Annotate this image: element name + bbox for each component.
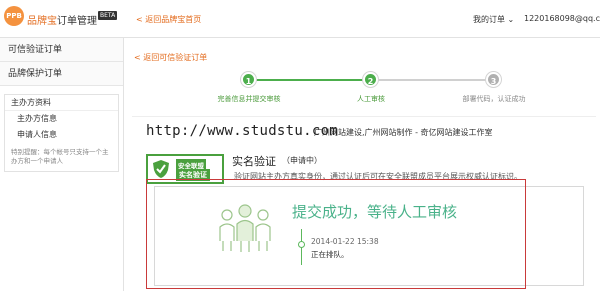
user-account-menu[interactable]: 1220168098@qq.com⌄: [524, 14, 600, 23]
step-2-label: 人工审核: [357, 95, 385, 103]
step-1-circle: 1: [241, 72, 256, 87]
sidebar-item-organizer-info[interactable]: 主办方信息: [5, 111, 118, 127]
step-1-label: 完善信息并提交审核: [217, 95, 281, 103]
step-3-circle: 3: [486, 72, 501, 87]
step-3-label: 部署代码，认证成功: [462, 95, 526, 103]
verification-content: http://www.studstu.com 广州网站建设,广州网站制作 - 奇…: [132, 116, 596, 291]
my-orders-menu[interactable]: 我的订单 ⌄: [473, 14, 514, 25]
back-to-verify-orders-link[interactable]: < 返回可信验证订单: [134, 52, 207, 63]
main-panel: < 返回可信验证订单 1 2 3 完善信息并提交审核 人工审核 部署代码，认证成…: [124, 38, 600, 291]
site-description: 广州网站建设,广州网站制作 - 奇亿网站建设工作室: [314, 128, 493, 137]
step-connector-done: [255, 79, 373, 81]
progress-steps: 1 2 3 完善信息并提交审核 人工审核 部署代码，认证成功: [124, 70, 600, 110]
special-note: 特别提醒：每个帐号只支持一个主办方和一个申请人: [11, 148, 109, 165]
sidebar-item-verify-orders[interactable]: 可信验证订单: [0, 38, 123, 62]
top-header: PPB 品牌宝订单管理 BETA < 返回品牌宝首页 我的订单 ⌄ 122016…: [0, 0, 600, 38]
verify-status: （申请中）: [282, 156, 322, 165]
sidebar: 可信验证订单 品牌保护订单 主办方资料 主办方信息 申请人信息 特别提醒：每个帐…: [0, 38, 124, 291]
brand-name: 品牌宝: [27, 16, 57, 27]
shield-check-icon: [153, 160, 169, 178]
step-connector-pending: [373, 79, 493, 81]
organizer-section-title: 主办方资料: [5, 95, 118, 111]
beta-badge: BETA: [98, 11, 118, 20]
verify-title: 实名验证: [232, 155, 276, 168]
highlight-annotation-box: [146, 179, 526, 289]
back-to-home-link[interactable]: < 返回品牌宝首页: [136, 14, 201, 25]
sidebar-item-brand-protection-orders[interactable]: 品牌保护订单: [0, 62, 123, 86]
organizer-section: 主办方资料 主办方信息 申请人信息 特别提醒：每个帐号只支持一个主办方和一个申请…: [4, 94, 119, 172]
sidebar-item-applicant-info[interactable]: 申请人信息: [5, 127, 118, 143]
brand-logo[interactable]: PPB: [4, 6, 24, 26]
step-2-circle: 2: [363, 72, 378, 87]
site-url: http://www.studstu.com: [146, 123, 339, 139]
brand-title: 品牌宝订单管理: [27, 12, 97, 27]
brand-subtitle: 订单管理: [57, 16, 97, 27]
